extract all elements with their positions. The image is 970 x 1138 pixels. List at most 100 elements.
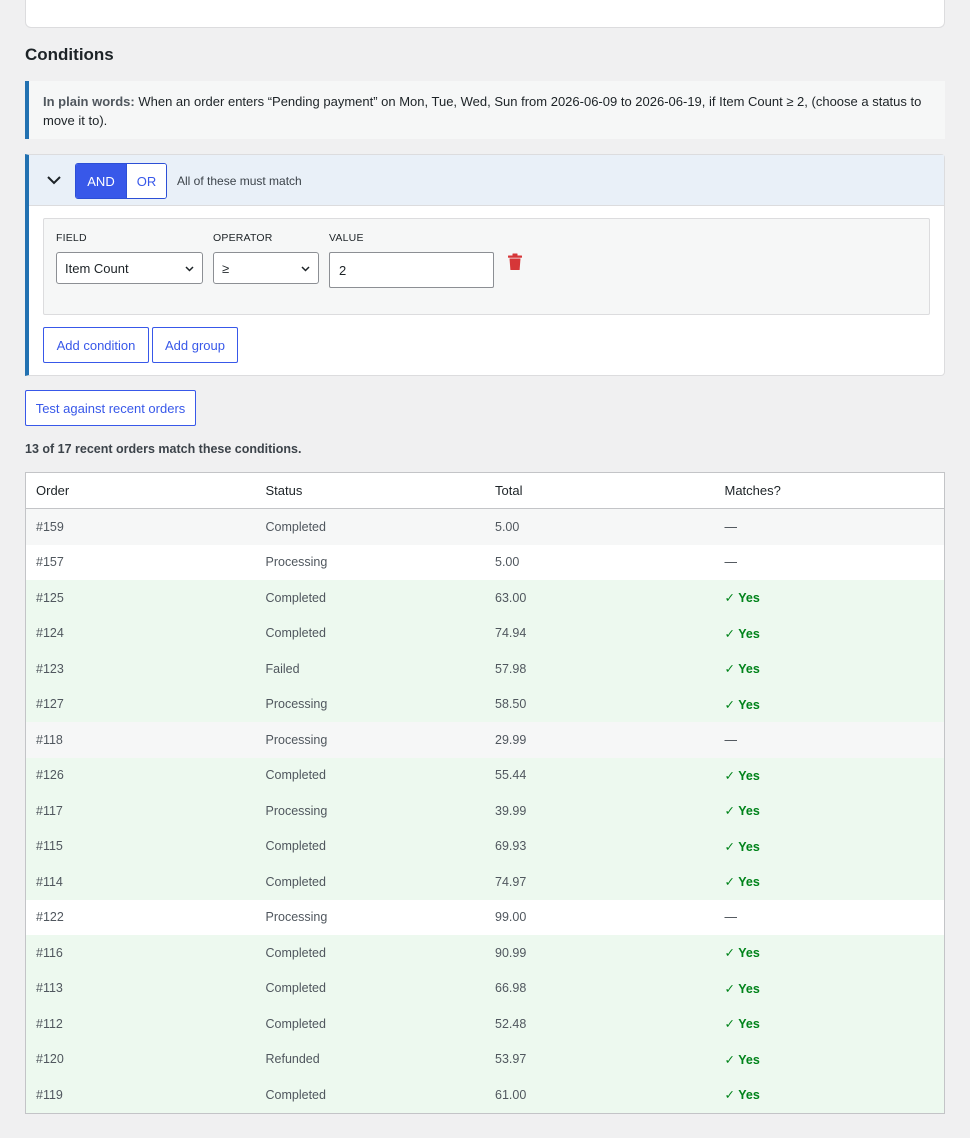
operator-select-value: ≥	[222, 260, 230, 276]
total-cell: 39.99	[495, 803, 527, 818]
match-cell: ✓ Yes	[724, 1088, 760, 1103]
value-input-text: 2	[339, 262, 347, 278]
order-cell: #114	[36, 874, 63, 889]
match-description: All of these must match	[177, 174, 302, 188]
total-cell: 99.00	[495, 910, 527, 925]
order-cell: #116	[36, 945, 63, 960]
order-cell: #127	[36, 697, 64, 712]
match-cell: —	[724, 910, 738, 925]
status-cell: Completed	[265, 590, 326, 605]
status-cell: Processing	[265, 910, 328, 925]
total-cell: 58.50	[495, 697, 527, 712]
field-select-value: Item Count	[65, 260, 129, 276]
plain-words-text: When an order enters “Pending payment” o…	[43, 94, 922, 128]
status-cell: Processing	[265, 732, 328, 747]
operator-label: OPERATOR	[213, 232, 273, 244]
table-row: #127 Processing 58.50 ✓ Yes	[26, 686, 944, 722]
plain-words-summary: In plain words: When an order enters “Pe…	[25, 81, 945, 139]
add-condition-button[interactable]: Add condition	[43, 327, 149, 363]
match-cell: ✓ Yes	[724, 1017, 760, 1032]
match-cell: —	[724, 732, 738, 747]
group-header: AND OR All of these must match	[29, 155, 944, 206]
status-cell: Completed	[265, 1016, 326, 1031]
match-cell: —	[724, 519, 738, 534]
status-cell: Processing	[265, 697, 328, 712]
total-cell: 61.00	[495, 1087, 527, 1102]
field-select[interactable]: Item Count	[56, 252, 203, 284]
plain-words-label: In plain words:	[43, 94, 135, 109]
chevron-down-icon	[185, 266, 194, 272]
match-cell: ✓ Yes	[724, 839, 760, 854]
order-cell: #117	[36, 803, 63, 818]
order-cell: #124	[36, 626, 64, 641]
order-cell: #159	[36, 519, 64, 534]
operator-select[interactable]: ≥	[213, 252, 319, 284]
table-row: #159 Completed 5.00 —	[26, 509, 944, 545]
section-title: Conditions	[25, 45, 114, 64]
status-cell: Completed	[265, 945, 326, 960]
order-cell: #122	[36, 910, 64, 925]
order-cell: #120	[36, 1052, 64, 1067]
status-cell: Failed	[265, 661, 300, 676]
order-cell: #126	[36, 768, 64, 783]
logic-toggle: AND OR	[75, 163, 167, 199]
or-button[interactable]: OR	[126, 164, 166, 198]
condition-group: AND OR All of these must match FIELD OPE…	[25, 154, 945, 376]
total-cell: 5.00	[495, 555, 520, 570]
table-row: #123 Failed 57.98 ✓ Yes	[26, 651, 944, 687]
test-orders-button[interactable]: Test against recent orders	[25, 390, 196, 426]
status-cell: Processing	[265, 555, 328, 570]
total-cell: 90.99	[495, 945, 527, 960]
match-cell: ✓ Yes	[724, 768, 760, 783]
chevron-down-icon[interactable]	[45, 171, 63, 189]
column-header-order: Order	[36, 483, 70, 498]
and-button[interactable]: AND	[76, 164, 126, 198]
previous-card	[25, 0, 945, 28]
table-row: #118 Processing 29.99 —	[26, 722, 944, 758]
chevron-down-icon	[301, 266, 310, 272]
match-cell: ✓ Yes	[724, 981, 760, 996]
status-cell: Completed	[265, 1087, 326, 1102]
trash-icon[interactable]	[507, 253, 523, 271]
table-row: #122 Processing 99.00 —	[26, 899, 944, 935]
order-cell: #115	[36, 839, 63, 854]
match-cell: ✓ Yes	[724, 946, 760, 961]
status-cell: Completed	[265, 839, 326, 854]
table-row: #117 Processing 39.99 ✓ Yes	[26, 793, 944, 829]
order-cell: #118	[36, 732, 63, 747]
column-header-total: Total	[495, 483, 523, 498]
status-cell: Completed	[265, 519, 326, 534]
table-row: #112 Completed 52.48 ✓ Yes	[26, 1006, 944, 1042]
table-row: #126 Completed 55.44 ✓ Yes	[26, 757, 944, 793]
table-row: #115 Completed 69.93 ✓ Yes	[26, 828, 944, 864]
table-row: #119 Completed 61.00 ✓ Yes	[26, 1077, 944, 1113]
status-cell: Completed	[265, 874, 326, 889]
total-cell: 69.93	[495, 839, 527, 854]
table-row: #114 Completed 74.97 ✓ Yes	[26, 864, 944, 900]
total-cell: 66.98	[495, 981, 527, 996]
orders-table: Order Status Total Matches? #159 Complete…	[25, 472, 945, 1114]
order-cell: #125	[36, 590, 64, 605]
table-body: #159 Completed 5.00— #157 Processing 5.00— #12…	[26, 509, 944, 1113]
total-cell: 5.00	[495, 519, 520, 534]
match-cell: ✓ Yes	[724, 591, 760, 606]
match-summary: 13 of 17 recent orders match these condi…	[25, 442, 302, 456]
order-cell: #119	[36, 1087, 63, 1102]
table-row: #124 Completed 74.94 ✓ Yes	[26, 615, 944, 651]
match-cell: ✓ Yes	[724, 626, 760, 641]
match-cell: ✓ Yes	[724, 1052, 760, 1067]
column-header-matches: Matches?	[724, 483, 781, 498]
add-group-button[interactable]: Add group	[152, 327, 238, 363]
value-label: VALUE	[329, 232, 364, 244]
status-cell: Completed	[265, 626, 326, 641]
total-cell: 29.99	[495, 732, 527, 747]
column-header-status: Status	[265, 483, 303, 498]
total-cell: 52.48	[495, 1016, 527, 1031]
order-cell: #123	[36, 661, 64, 676]
value-input[interactable]: 2	[329, 252, 494, 288]
total-cell: 55.44	[495, 768, 527, 783]
total-cell: 63.00	[495, 590, 527, 605]
table-row: #157 Processing 5.00 —	[26, 544, 944, 580]
condition-row: FIELD OPERATOR VALUE Item Count ≥ 2	[43, 218, 930, 315]
status-cell: Processing	[265, 803, 328, 818]
